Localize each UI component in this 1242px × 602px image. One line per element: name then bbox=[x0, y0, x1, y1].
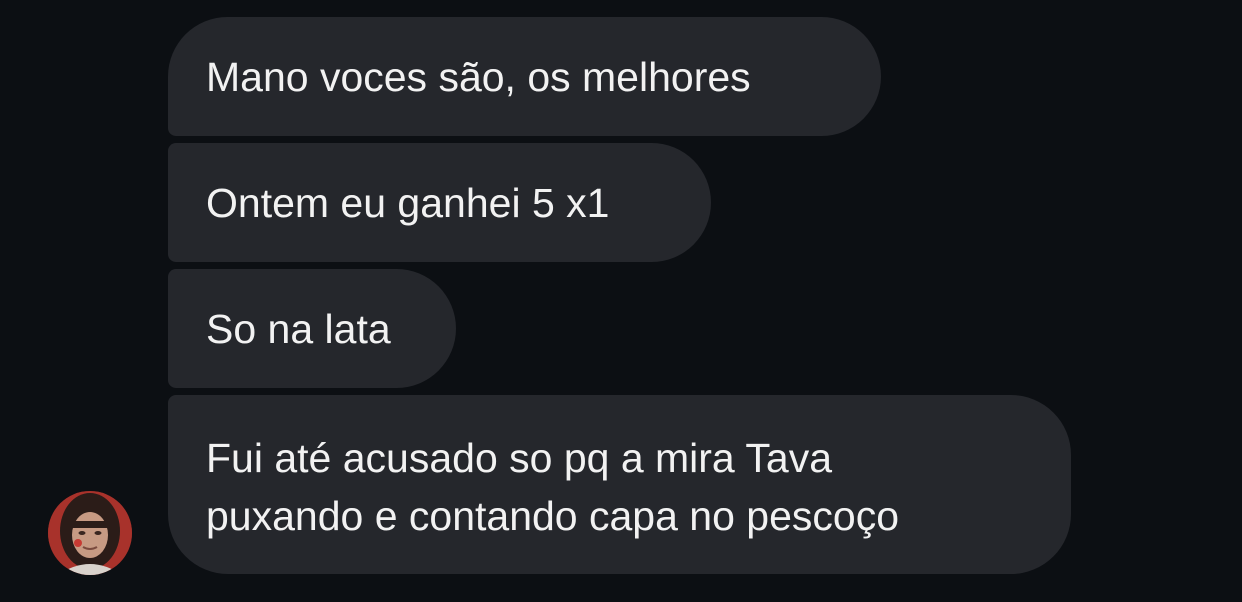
message-bubble-4[interactable]: Fui até acusado so pq a mira Tava puxand… bbox=[168, 395, 1071, 574]
message-text-2: Ontem eu ganhei 5 x1 bbox=[206, 179, 610, 226]
avatar-photo-icon bbox=[48, 491, 132, 575]
message-bubble-3[interactable]: So na lata bbox=[168, 269, 456, 388]
message-text-4: Fui até acusado so pq a mira Tava puxand… bbox=[206, 434, 899, 539]
sender-avatar[interactable] bbox=[48, 491, 132, 575]
message-text-1: Mano voces são, os melhores bbox=[206, 53, 751, 100]
message-text-3: So na lata bbox=[206, 305, 391, 352]
message-bubble-2[interactable]: Ontem eu ganhei 5 x1 bbox=[168, 143, 711, 262]
chat-thread: Mano voces são, os melhores Ontem eu gan… bbox=[0, 0, 1242, 602]
message-bubble-1[interactable]: Mano voces são, os melhores bbox=[168, 17, 881, 136]
